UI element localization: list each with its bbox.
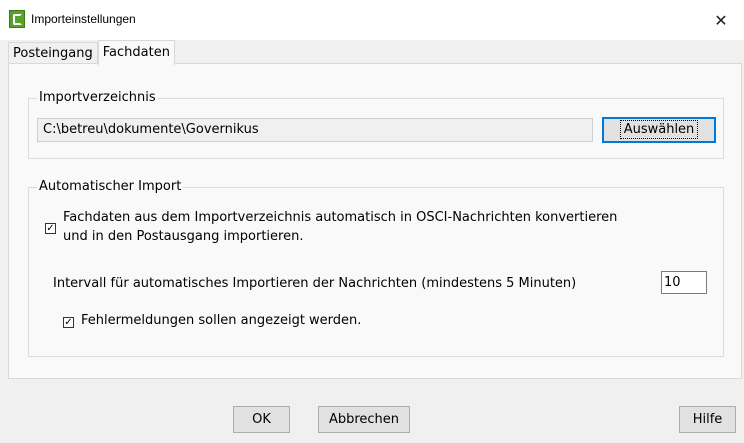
- window-title: Importeinstellungen: [31, 12, 136, 26]
- close-icon: ✕: [714, 10, 728, 30]
- auto-import-group: Automatischer Import ✓ Fachdaten aus dem…: [28, 179, 724, 357]
- auto-convert-checkbox[interactable]: ✓: [45, 223, 56, 234]
- tab-strip: Posteingang Fachdaten: [8, 40, 175, 66]
- show-errors-label: Fehlermeldungen sollen angezeigt werden.: [81, 313, 362, 328]
- tab-fachdaten[interactable]: Fachdaten: [97, 40, 175, 66]
- auto-import-group-title: Automatischer Import: [37, 179, 184, 194]
- auto-convert-label-line2: und in den Postausgang importieren.: [63, 229, 304, 244]
- import-directory-group: Importverzeichnis C:\betreu\dokumente\Go…: [28, 90, 724, 159]
- title-bar: Importeinstellungen ✕: [0, 0, 744, 40]
- tab-panel-fachdaten: Importverzeichnis C:\betreu\dokumente\Go…: [8, 63, 742, 379]
- cancel-button[interactable]: Abbrechen: [318, 406, 410, 433]
- auto-convert-label-line1: Fachdaten aus dem Importverzeichnis auto…: [63, 210, 618, 225]
- app-logo-icon: [9, 10, 25, 28]
- select-directory-button[interactable]: Auswählen: [602, 117, 716, 143]
- import-directory-path-field: C:\betreu\dokumente\Governikus: [37, 118, 593, 142]
- show-errors-checkbox[interactable]: ✓: [63, 317, 74, 328]
- help-button[interactable]: Hilfe: [679, 406, 736, 433]
- ok-button[interactable]: OK: [233, 406, 290, 433]
- tab-posteingang[interactable]: Posteingang: [8, 42, 98, 65]
- close-button[interactable]: ✕: [698, 0, 744, 40]
- import-directory-group-title: Importverzeichnis: [37, 90, 158, 105]
- interval-minutes-input[interactable]: 10: [661, 271, 707, 294]
- select-directory-button-label: Auswählen: [619, 120, 699, 139]
- interval-label: Intervall für automatisches Importieren …: [53, 276, 577, 291]
